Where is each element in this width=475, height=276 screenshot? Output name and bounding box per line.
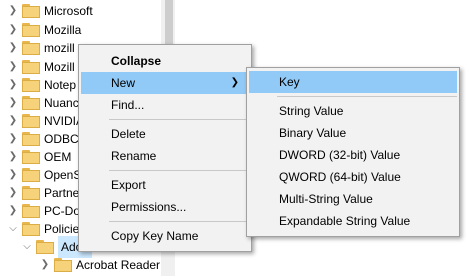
tree-item-acrobat-reader[interactable]: ❯ Acrobat Reader — [0, 254, 160, 276]
submenu-item-key[interactable]: Key — [249, 71, 457, 93]
submenu-item-string-value[interactable]: String Value — [249, 100, 457, 122]
menu-separator — [109, 170, 249, 171]
folder-icon — [22, 150, 40, 164]
folder-icon — [22, 78, 40, 92]
folder-icon — [22, 204, 40, 218]
folder-icon — [22, 168, 40, 182]
menu-separator — [277, 96, 457, 97]
folder-icon — [36, 240, 54, 254]
folder-icon — [22, 96, 40, 110]
folder-icon — [22, 222, 40, 236]
menu-item-new[interactable]: New ❯ — [81, 72, 249, 94]
menu-separator — [109, 119, 249, 120]
menu-item-new-label: New — [111, 76, 136, 90]
menu-item-find[interactable]: Find... — [81, 94, 249, 116]
submenu-arrow-icon: ❯ — [230, 77, 239, 88]
context-menu: Collapse New ❯ Find... Delete Rename Exp… — [78, 44, 252, 252]
new-submenu: Key String Value Binary Value DWORD (32-… — [246, 67, 460, 237]
folder-icon — [22, 4, 40, 18]
menu-item-copy-key-name[interactable]: Copy Key Name — [81, 225, 249, 247]
menu-item-rename[interactable]: Rename — [81, 145, 249, 167]
folder-icon — [22, 41, 40, 55]
folder-icon — [54, 258, 72, 272]
folder-icon — [22, 132, 40, 146]
folder-icon — [22, 23, 40, 37]
scrollbar-thumb[interactable] — [165, 0, 173, 44]
menu-separator — [109, 221, 249, 222]
menu-item-permissions[interactable]: Permissions... — [81, 196, 249, 218]
submenu-item-qword-value[interactable]: QWORD (64-bit) Value — [249, 166, 457, 188]
folder-icon — [22, 114, 40, 128]
submenu-item-binary-value[interactable]: Binary Value — [249, 122, 457, 144]
folder-icon — [22, 186, 40, 200]
menu-item-collapse[interactable]: Collapse — [81, 50, 249, 72]
submenu-item-expandable-string-value[interactable]: Expandable String Value — [249, 210, 457, 232]
submenu-item-multi-string-value[interactable]: Multi-String Value — [249, 188, 457, 210]
submenu-item-dword-value[interactable]: DWORD (32-bit) Value — [249, 144, 457, 166]
chevron-right-icon[interactable]: ❯ — [40, 254, 50, 276]
tree-item-label: Acrobat Reader — [76, 258, 161, 272]
folder-icon — [22, 60, 40, 74]
menu-item-delete[interactable]: Delete — [81, 123, 249, 145]
menu-item-export[interactable]: Export — [81, 174, 249, 196]
